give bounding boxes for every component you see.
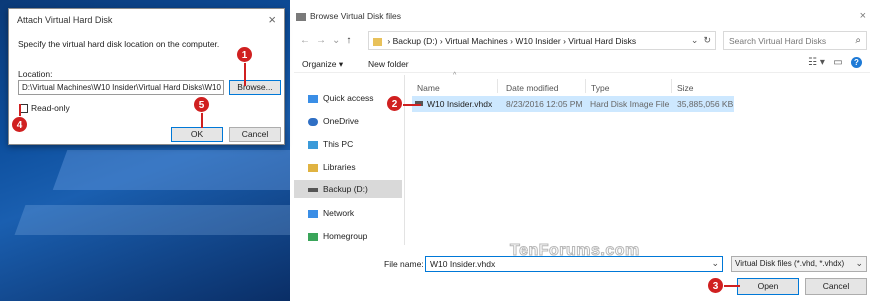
forward-arrow-icon[interactable]: → <box>316 35 332 46</box>
step-connector <box>724 285 740 287</box>
address-separator: › <box>563 36 566 46</box>
network-icon <box>308 209 318 218</box>
nav-buttons: ←→⌄↑ <box>300 35 357 46</box>
cancel-button[interactable]: Cancel <box>229 127 281 142</box>
light-beam <box>52 150 290 190</box>
breadcrumb-segment[interactable]: Backup (D:) <box>393 36 438 46</box>
open-button[interactable]: Open <box>737 278 799 295</box>
close-button[interactable]: × <box>268 12 276 27</box>
breadcrumb-segment[interactable]: W10 Insider <box>515 36 560 46</box>
file-name-label: File name: <box>384 259 424 269</box>
location-label: Location: <box>18 69 53 79</box>
search-placeholder: Search Virtual Hard Disks <box>729 36 827 46</box>
file-date: 8/23/2016 12:05 PM <box>506 99 583 109</box>
back-arrow-icon[interactable]: ← <box>300 35 316 46</box>
star-icon <box>308 94 318 103</box>
chevron-down-icon[interactable]: ⌄ <box>711 258 719 269</box>
app-icon <box>296 12 306 21</box>
step-marker-2: 2 <box>386 95 403 112</box>
dialog-title-text: Browse Virtual Disk files <box>310 11 402 21</box>
nav-item-onedrive[interactable]: OneDrive <box>294 112 402 130</box>
file-name: W10 Insider.vhdx <box>427 99 493 109</box>
computer-icon <box>308 140 318 149</box>
step-connector <box>244 62 246 86</box>
file-size: 35,885,056 KB <box>677 99 734 109</box>
file-type-select[interactable]: Virtual Disk files (*.vhd, *.vhdx) ⌄ <box>731 256 867 272</box>
file-type: Hard Disk Image File <box>590 99 670 109</box>
close-button[interactable]: × <box>860 10 866 22</box>
address-bar[interactable]: › Backup (D:) › Virtual Machines › W10 I… <box>368 31 716 50</box>
column-header-name[interactable]: Name <box>417 83 440 93</box>
file-type-value: Virtual Disk files (*.vhd, *.vhdx) <box>735 259 845 268</box>
dialog-description: Specify the virtual hard disk location o… <box>18 39 220 49</box>
step-connector <box>403 104 421 106</box>
nav-item-network[interactable]: Network <box>294 204 402 222</box>
ok-button[interactable]: OK <box>171 127 223 142</box>
chevron-down-icon[interactable]: ⌄ <box>691 35 699 45</box>
nav-item-homegroup[interactable]: Homegroup <box>294 227 402 245</box>
nav-item-label: OneDrive <box>323 116 359 126</box>
step-marker-3: 3 <box>707 277 724 294</box>
column-header-date[interactable]: Date modified <box>506 83 558 93</box>
breadcrumb-segment[interactable]: Virtual Machines <box>445 36 508 46</box>
library-icon <box>308 163 318 172</box>
cancel-button[interactable]: Cancel <box>805 278 867 295</box>
step-marker-1: 1 <box>236 46 253 63</box>
step-marker-5: 5 <box>193 96 210 113</box>
cloud-icon <box>308 117 318 126</box>
read-only-label: Read-only <box>31 103 70 113</box>
view-tools: ☷ ▾ ▭ ? <box>808 57 862 68</box>
search-input[interactable]: Search Virtual Hard Disks ⌕ <box>723 31 867 50</box>
column-divider[interactable] <box>585 79 586 93</box>
column-header-type[interactable]: Type <box>591 83 609 93</box>
refresh-icon[interactable]: ↻ <box>703 35 711 45</box>
nav-item-label: This PC <box>323 139 354 149</box>
nav-item-label: Homegroup <box>323 231 368 241</box>
file-name-value: W10 Insider.vhdx <box>430 259 496 269</box>
step-connector <box>201 112 203 128</box>
nav-item-label: Network <box>323 208 355 218</box>
address-tools: ⌄ ↻ <box>691 35 711 46</box>
dialog-title: Attach Virtual Hard Disk <box>17 15 113 25</box>
recent-locations-icon[interactable]: ⌄ <box>332 35 346 46</box>
new-folder-button[interactable]: New folder <box>368 59 409 69</box>
browse-button[interactable]: Browse... <box>229 80 281 95</box>
search-icon[interactable]: ⌕ <box>855 35 861 46</box>
help-icon[interactable]: ? <box>851 57 862 68</box>
browse-vhd-dialog: Browse Virtual Disk files × ←→⌄↑ › Backu… <box>294 0 870 301</box>
location-input[interactable]: D:\Virtual Machines\W10 Insider\Virtual … <box>18 80 224 95</box>
folder-icon <box>373 37 382 46</box>
breadcrumb-segment[interactable]: Virtual Hard Disks <box>568 36 636 46</box>
chevron-down-icon: ⌄ <box>855 258 863 268</box>
light-beam <box>14 205 290 235</box>
nav-item-libraries[interactable]: Libraries <box>294 158 402 176</box>
address-separator: › <box>439 36 443 46</box>
column-header-size[interactable]: Size <box>677 83 694 93</box>
nav-item-backup-d[interactable]: Backup (D:) <box>294 180 402 198</box>
nav-item-label: Quick access <box>323 93 374 103</box>
sort-caret-icon: ^ <box>453 72 457 79</box>
toolbar-divider <box>294 72 870 73</box>
dialog-title: Browse Virtual Disk files <box>296 11 401 21</box>
step-marker-4: 4 <box>11 116 28 133</box>
file-name-input[interactable]: W10 Insider.vhdx ⌄ <box>425 256 723 272</box>
column-divider[interactable] <box>671 79 672 93</box>
up-arrow-icon[interactable]: ↑ <box>346 35 357 46</box>
file-row[interactable]: W10 Insider.vhdx 8/23/2016 12:05 PM Hard… <box>412 96 734 112</box>
pane-divider <box>404 75 405 245</box>
column-divider[interactable] <box>497 79 498 93</box>
preview-pane-icon[interactable]: ▭ <box>833 57 842 68</box>
change-view-icon[interactable]: ☷ ▾ <box>808 57 825 68</box>
nav-item-this-pc[interactable]: This PC <box>294 135 402 153</box>
address-separator: › <box>510 36 513 46</box>
drive-icon <box>308 187 318 192</box>
organize-menu[interactable]: Organize ▾ <box>302 59 343 70</box>
nav-item-label: Backup (D:) <box>323 184 368 194</box>
address-separator: › <box>387 36 391 46</box>
nav-item-label: Libraries <box>323 162 356 172</box>
homegroup-icon <box>308 232 318 241</box>
